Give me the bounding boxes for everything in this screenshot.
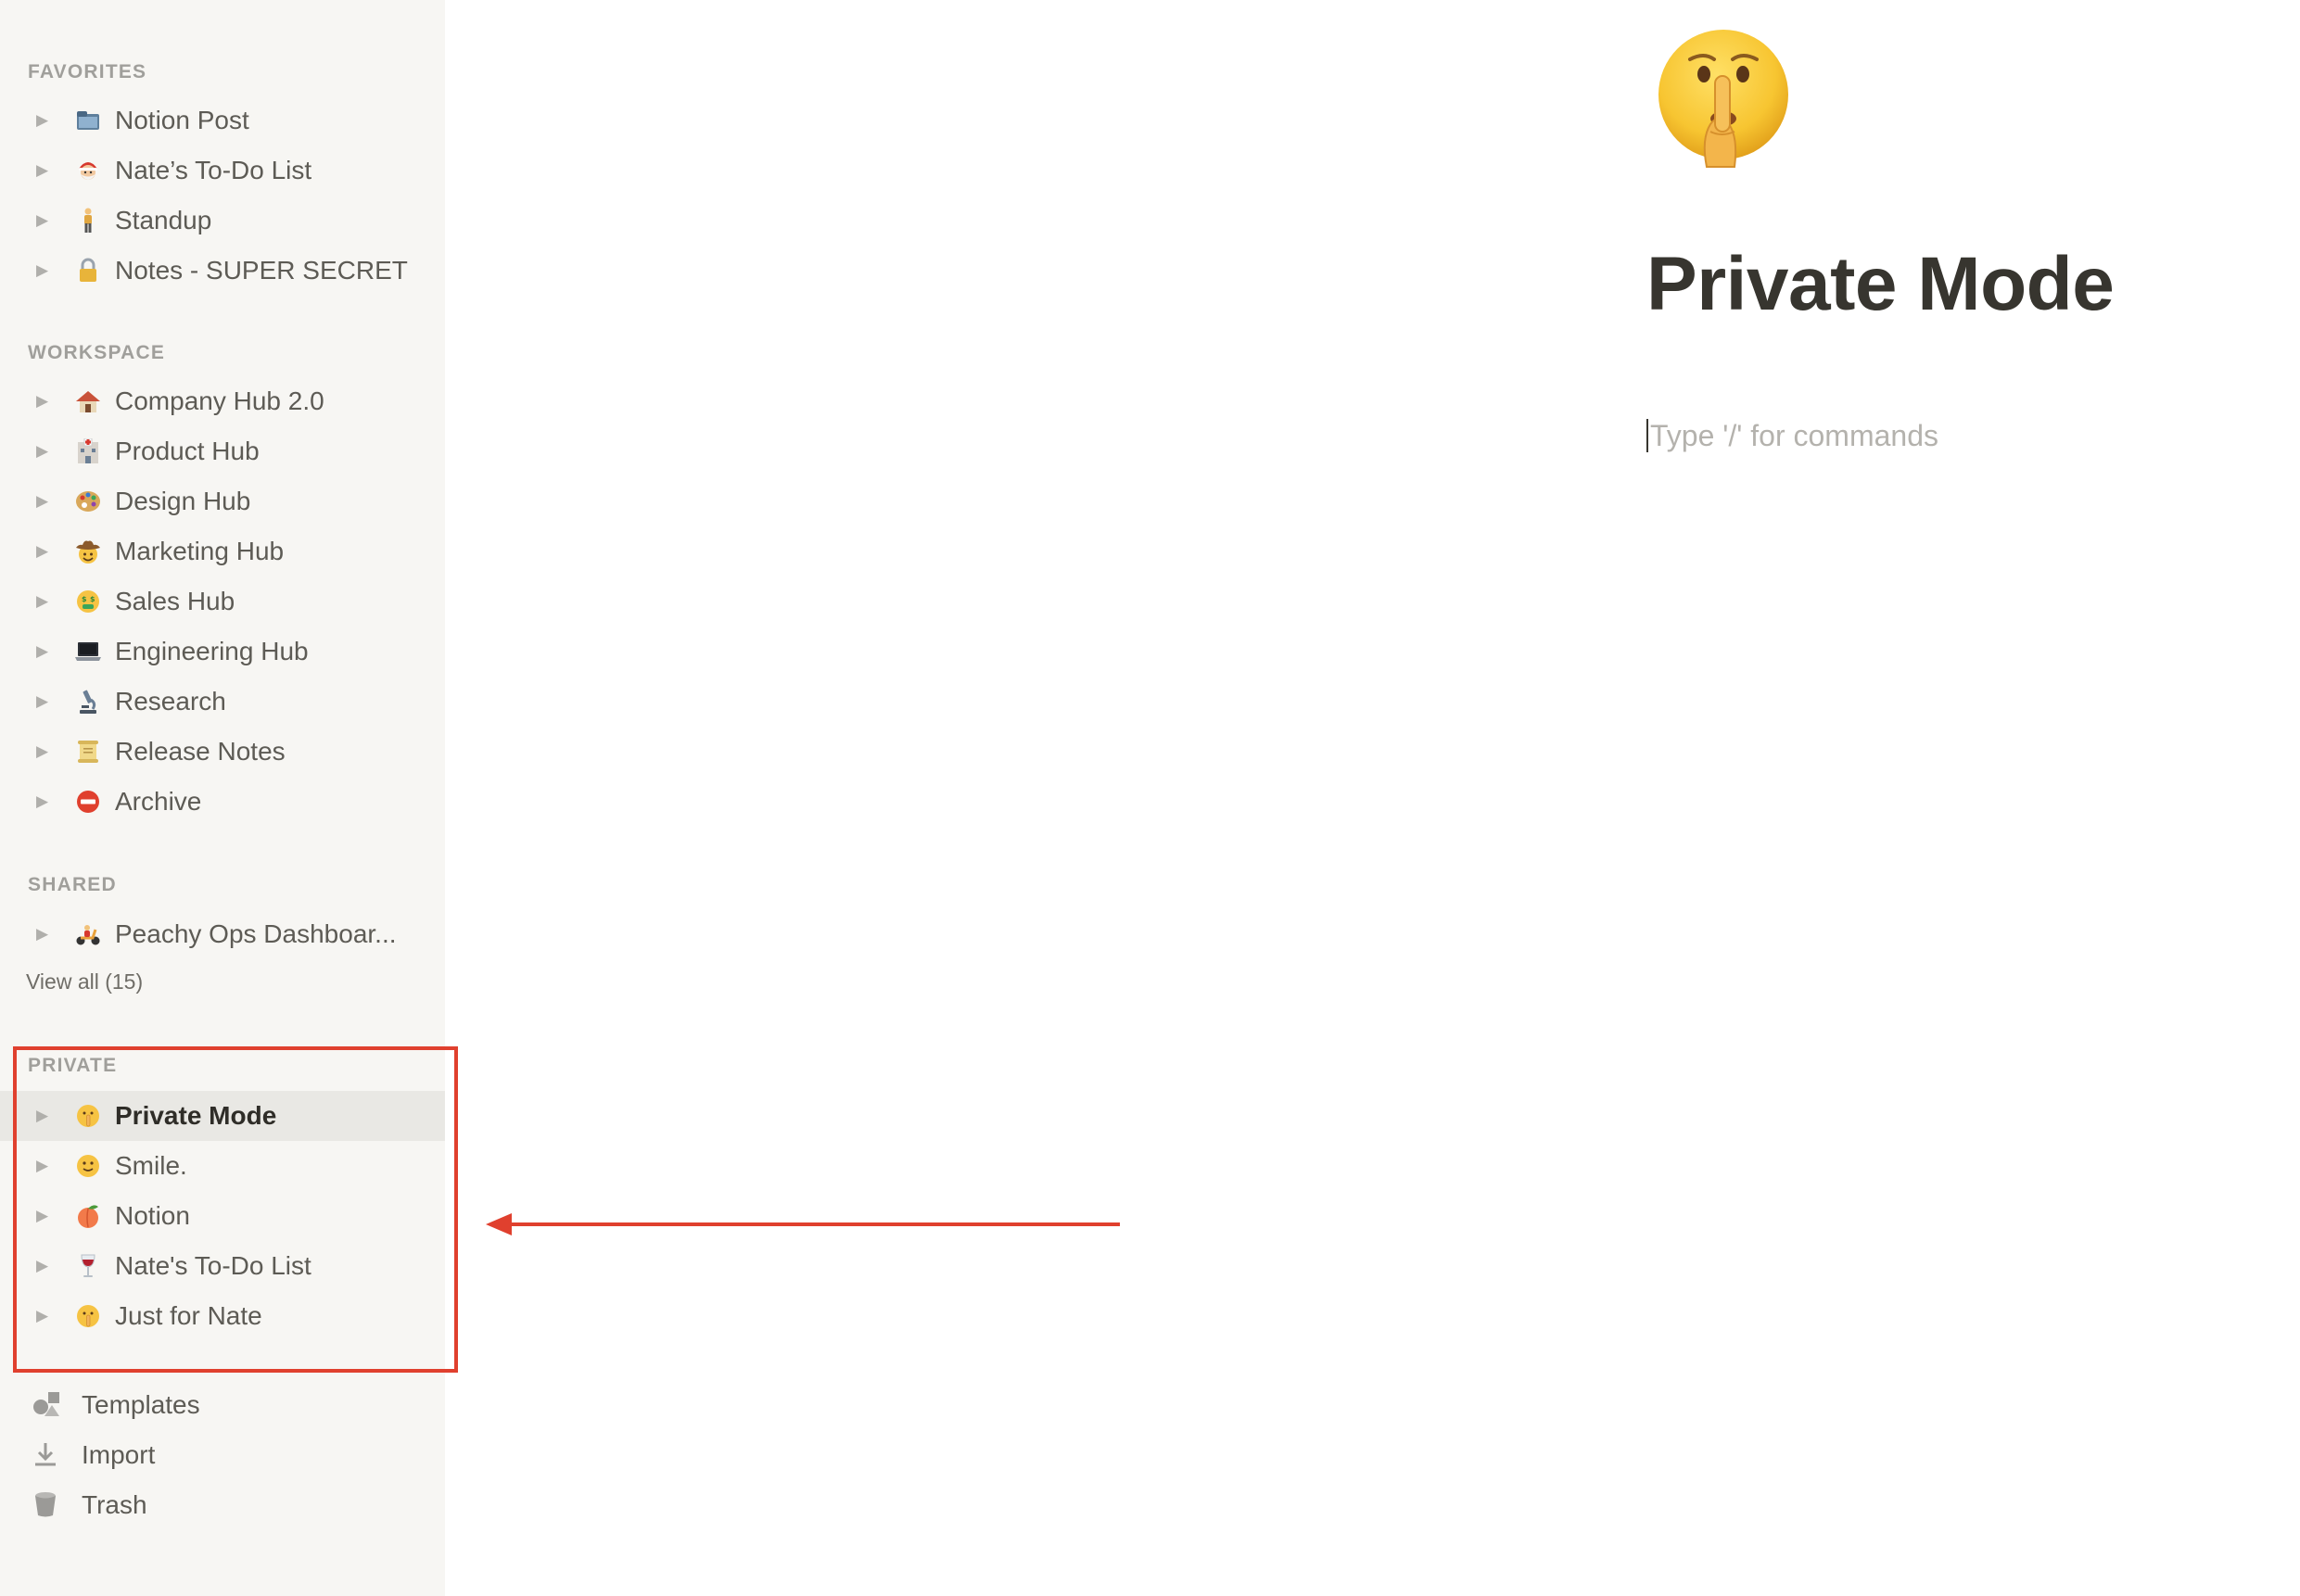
- sidebar-item-product-hub[interactable]: ▶ Product Hub: [0, 426, 445, 476]
- folder-icon: [74, 107, 102, 134]
- sidebar-item-standup[interactable]: ▶ Standup: [0, 196, 445, 246]
- sidebar-item-label: Company Hub 2.0: [115, 386, 324, 415]
- laptop-icon: [74, 638, 102, 665]
- sidebar-item-research[interactable]: ▶ Research: [0, 677, 445, 727]
- svg-text:$: $: [82, 595, 87, 603]
- expand-toggle-icon[interactable]: ▶: [36, 262, 53, 279]
- sidebar-item-label: Nate’s To-Do List: [115, 156, 312, 184]
- sidebar-item-notion-post[interactable]: ▶ Notion Post: [0, 95, 445, 146]
- money-mouth-face-icon: $ $: [74, 588, 102, 615]
- sidebar-item-sales-hub[interactable]: ▶ $ $ Sales Hub: [0, 576, 445, 627]
- expand-toggle-icon[interactable]: ▶: [36, 162, 53, 179]
- sidebar-item-nates-todo[interactable]: ▶ Nate’s To-Do List: [0, 146, 445, 196]
- sidebar-item-design-hub[interactable]: ▶ Design Hub: [0, 476, 445, 526]
- page-title[interactable]: Private Mode: [1646, 241, 2115, 328]
- private-section-highlight: [13, 1046, 458, 1373]
- palette-icon: [74, 488, 102, 515]
- sidebar-item-label: Standup: [115, 206, 212, 234]
- expand-toggle-icon[interactable]: ▶: [36, 112, 53, 129]
- sidebar-item-label: Release Notes: [115, 737, 286, 766]
- sidebar-item-label: Archive: [115, 787, 202, 816]
- expand-toggle-icon[interactable]: ▶: [36, 443, 53, 460]
- expand-toggle-icon[interactable]: ▶: [36, 493, 53, 510]
- editor-block[interactable]: Type '/' for commands: [1646, 417, 1938, 454]
- sidebar-item-label: Notion Post: [115, 106, 249, 134]
- annotation-arrow: [486, 1213, 1120, 1235]
- shushing-face-icon[interactable]: [1653, 28, 1794, 169]
- favorites-section-title: FAVORITES: [28, 61, 147, 82]
- sidebar-item-company-hub[interactable]: ▶ Company Hub 2.0: [0, 376, 445, 426]
- expand-toggle-icon[interactable]: ▶: [36, 793, 53, 810]
- house-icon: [74, 387, 102, 415]
- expand-toggle-icon[interactable]: ▶: [36, 212, 53, 229]
- sidebar-item-label: Marketing Hub: [115, 537, 285, 565]
- expand-toggle-icon[interactable]: ▶: [36, 393, 53, 410]
- expand-toggle-icon[interactable]: ▶: [36, 543, 53, 560]
- sidebar-item-archive[interactable]: ▶ Archive: [0, 777, 445, 827]
- trash-icon: [32, 1490, 59, 1518]
- standing-person-icon: [74, 207, 102, 234]
- templates-button[interactable]: Templates: [0, 1379, 445, 1429]
- sidebar-item-label: Design Hub: [115, 487, 251, 515]
- no-entry-icon: [74, 788, 102, 816]
- templates-label: Templates: [82, 1390, 200, 1419]
- hospital-icon: [74, 437, 102, 465]
- expand-toggle-icon[interactable]: ▶: [36, 743, 53, 760]
- sidebar-item-marketing-hub[interactable]: ▶ Marketing Hub: [0, 526, 445, 576]
- cowboy-face-icon: [74, 538, 102, 565]
- sidebar-item-label: Research: [115, 687, 226, 716]
- sidebar-item-notes-super-secret[interactable]: ▶ Notes - SUPER SECRET: [0, 246, 445, 296]
- workspace-section-title: WORKSPACE: [28, 342, 166, 363]
- text-caret: [1646, 419, 1648, 452]
- sidebar-item-label: Notes - SUPER SECRET: [115, 256, 408, 285]
- shapes-icon: [32, 1390, 59, 1418]
- sidebar-item-label: Product Hub: [115, 437, 260, 465]
- shared-section-title: SHARED: [28, 874, 117, 895]
- sidebar-item-label: Sales Hub: [115, 587, 235, 615]
- lock-icon: [74, 257, 102, 285]
- sidebar-item-release-notes[interactable]: ▶ Release Notes: [0, 727, 445, 777]
- sidebar-item-label: Peachy Ops Dashboar...: [115, 919, 397, 948]
- trash-label: Trash: [82, 1490, 147, 1519]
- svg-text:$: $: [90, 595, 95, 603]
- editor-placeholder: Type '/' for commands: [1650, 418, 1938, 452]
- import-label: Import: [82, 1440, 156, 1469]
- expand-toggle-icon[interactable]: ▶: [36, 926, 53, 943]
- expand-toggle-icon[interactable]: ▶: [36, 643, 53, 660]
- app-window: FAVORITES ▶ Notion Post ▶ Nate’s To-Do L…: [0, 0, 2300, 1596]
- microscope-icon: [74, 688, 102, 716]
- sidebar-item-label: Engineering Hub: [115, 637, 309, 665]
- scooter-icon: [74, 920, 102, 948]
- expand-toggle-icon[interactable]: ▶: [36, 593, 53, 610]
- expand-toggle-icon[interactable]: ▶: [36, 693, 53, 710]
- sidebar-item-engineering-hub[interactable]: ▶ Engineering Hub: [0, 627, 445, 677]
- santa-icon: [74, 157, 102, 184]
- sidebar-item-peachy-ops[interactable]: ▶ Peachy Ops Dashboar...: [0, 909, 445, 959]
- download-icon: [32, 1440, 59, 1468]
- scroll-icon: [74, 738, 102, 766]
- import-button[interactable]: Import: [0, 1429, 445, 1479]
- view-all-link[interactable]: View all (15): [26, 969, 143, 994]
- trash-button[interactable]: Trash: [0, 1479, 445, 1529]
